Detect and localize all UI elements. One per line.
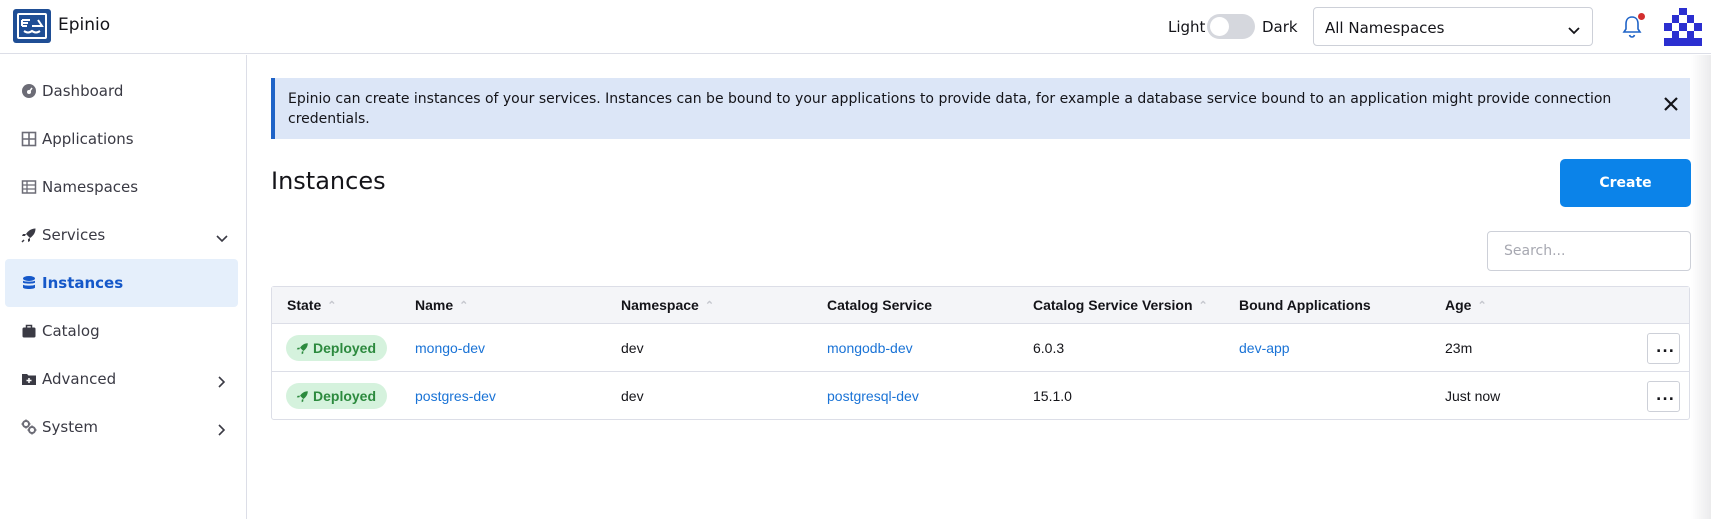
cogs-icon xyxy=(21,419,37,435)
column-header-name[interactable]: Name ⌃ xyxy=(415,297,468,313)
sidebar-item-dashboard[interactable]: Dashboard xyxy=(5,67,238,115)
sidebar-item-label: Advanced xyxy=(42,370,117,388)
create-button[interactable]: Create xyxy=(1560,159,1691,207)
column-header-label: Namespace xyxy=(621,297,699,313)
age-cell: Just now xyxy=(1445,388,1501,404)
table-row: Deployed mongo-dev dev mongodb-dev 6.0.3… xyxy=(272,324,1689,372)
column-header-label: State xyxy=(287,297,322,313)
applications-icon xyxy=(21,131,37,147)
instances-table: State ⌃ Name ⌃ Namespace ⌃ Catalog Service … xyxy=(271,286,1690,420)
namespace-select[interactable]: All Namespaces xyxy=(1313,7,1593,46)
sidebar-item-advanced[interactable]: Advanced xyxy=(5,355,238,403)
column-header-namespace[interactable]: Namespace ⌃ xyxy=(621,297,714,313)
top-header: Epinio Light Dark All Namespaces xyxy=(0,0,1711,54)
status-badge: Deployed xyxy=(286,335,388,361)
version-cell: 15.1.0 xyxy=(1033,388,1072,404)
edge-shadow xyxy=(1691,55,1711,519)
bound-application-link[interactable]: dev-app xyxy=(1239,340,1290,356)
sidebar-item-catalog[interactable]: Catalog xyxy=(5,307,238,355)
column-header-catalog-service: Catalog Service xyxy=(827,297,932,313)
catalog-service-link[interactable]: postgresql-dev xyxy=(827,388,919,404)
sidebar-item-namespaces[interactable]: Namespaces xyxy=(5,163,238,211)
namespace-cell: dev xyxy=(621,388,644,404)
notification-dot xyxy=(1638,13,1645,20)
sidebar-item-label: Applications xyxy=(42,130,134,148)
status-badge-label: Deployed xyxy=(313,340,377,356)
rocket-icon xyxy=(21,227,37,243)
row-actions-button[interactable]: ... xyxy=(1647,333,1680,364)
sidebar-item-applications[interactable]: Applications xyxy=(5,115,238,163)
sidebar-item-label: Dashboard xyxy=(42,82,124,100)
search-input[interactable] xyxy=(1487,231,1691,271)
theme-toggle[interactable] xyxy=(1207,14,1255,39)
sort-up-icon: ⌃ xyxy=(459,300,469,312)
rocket-icon xyxy=(296,343,308,355)
sidebar-item-services[interactable]: Services xyxy=(5,211,238,259)
chevron-down-icon xyxy=(1568,21,1580,40)
instance-name-link[interactable]: mongo-dev xyxy=(415,340,485,356)
column-header-label: Catalog Service Version xyxy=(1033,297,1193,313)
database-icon xyxy=(21,275,37,291)
sort-up-icon: ⌃ xyxy=(1477,300,1487,312)
sidebar-item-label: Namespaces xyxy=(42,178,139,196)
info-banner-text: Epinio can create instances of your serv… xyxy=(288,91,1612,127)
briefcase-icon xyxy=(21,323,37,339)
sidebar-item-label: Services xyxy=(42,226,106,244)
namespace-cell: dev xyxy=(621,340,644,356)
row-actions-button[interactable]: ... xyxy=(1647,381,1680,412)
chevron-right-icon xyxy=(216,421,228,440)
column-header-label: Catalog Service xyxy=(827,297,933,313)
namespace-select-value: All Namespaces xyxy=(1325,19,1445,37)
sidebar-item-instances[interactable]: Instances xyxy=(5,259,238,307)
sidebar-item-label: Catalog xyxy=(42,322,100,340)
folder-plus-icon xyxy=(21,371,37,387)
age-cell: 23m xyxy=(1445,340,1473,356)
catalog-service-link[interactable]: mongodb-dev xyxy=(827,340,913,356)
epinio-logo[interactable] xyxy=(13,9,51,43)
sidebar-item-system[interactable]: System xyxy=(5,403,238,451)
column-header-bound-applications: Bound Applications xyxy=(1239,297,1371,313)
status-badge: Deployed xyxy=(286,383,388,409)
chevron-right-icon xyxy=(216,373,228,392)
sort-up-icon: ⌃ xyxy=(1198,300,1208,312)
status-badge-label: Deployed xyxy=(313,388,377,404)
sort-up-icon: ⌃ xyxy=(704,300,715,312)
theme-dark-label: Dark xyxy=(1262,18,1298,36)
app-title: Epinio xyxy=(58,15,111,35)
sort-up-icon: ⌃ xyxy=(327,300,337,312)
user-avatar[interactable] xyxy=(1664,8,1702,46)
column-header-label: Bound Applications xyxy=(1239,297,1371,313)
chevron-down-icon xyxy=(216,229,228,248)
page-title: Instances xyxy=(271,167,386,195)
theme-light-label: Light xyxy=(1168,18,1206,36)
namespaces-icon xyxy=(21,179,37,195)
instance-name-link[interactable]: postgres-dev xyxy=(415,388,496,404)
column-header-catalog-service-version[interactable]: Catalog Service Version ⌃ xyxy=(1033,297,1208,313)
column-header-state[interactable]: State ⌃ xyxy=(287,297,336,313)
sidebar-item-label: Instances xyxy=(42,274,124,292)
column-header-label: Age xyxy=(1445,297,1472,313)
table-row: Deployed postgres-dev dev postgresql-dev… xyxy=(272,372,1689,420)
version-cell: 6.0.3 xyxy=(1033,340,1065,356)
dashboard-icon xyxy=(21,83,37,99)
more-actions-icon: ... xyxy=(1656,340,1675,356)
table-header: State ⌃ Name ⌃ Namespace ⌃ Catalog Service … xyxy=(272,287,1689,324)
column-header-age[interactable]: Age ⌃ xyxy=(1445,297,1487,313)
rocket-icon xyxy=(296,391,308,403)
sidebar-item-label: System xyxy=(42,418,98,436)
info-banner: Epinio can create instances of your serv… xyxy=(271,78,1690,139)
column-header-label: Name xyxy=(415,297,454,313)
sidebar: Dashboard Applications Namespaces Servic… xyxy=(0,55,247,519)
theme-toggle-knob xyxy=(1210,17,1229,36)
more-actions-icon: ... xyxy=(1656,388,1675,404)
close-icon[interactable] xyxy=(1660,93,1682,115)
